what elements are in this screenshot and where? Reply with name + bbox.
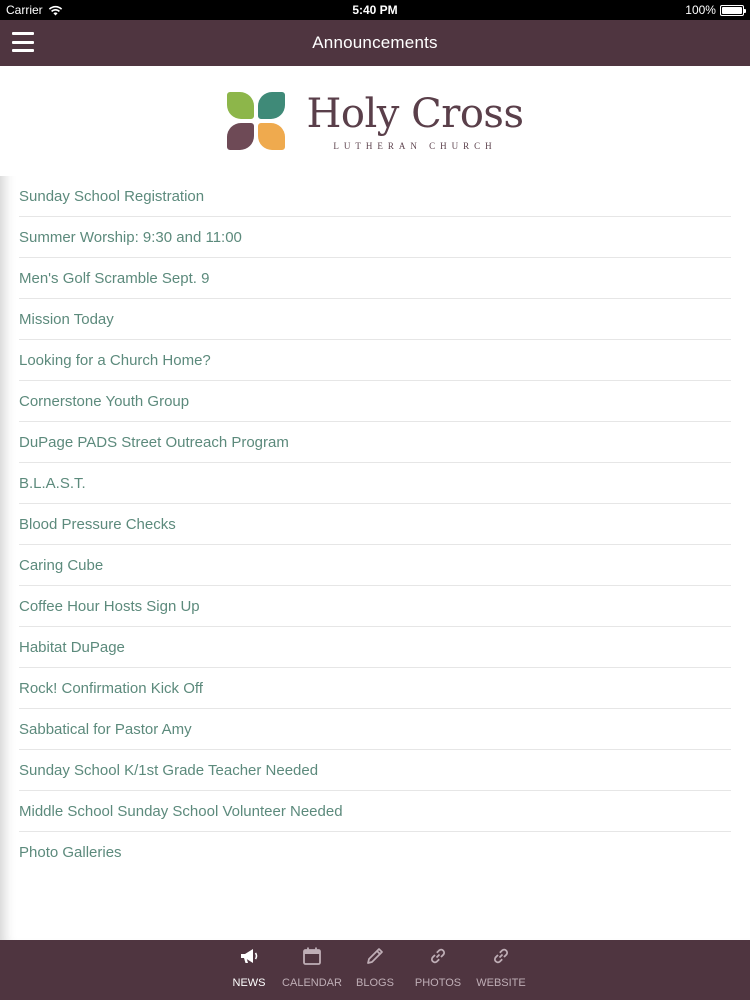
calendar-icon (301, 945, 323, 977)
announcement-item[interactable]: Summer Worship: 9:30 and 11:00 (19, 217, 731, 258)
announcement-item[interactable]: DuPage PADS Street Outreach Program (19, 422, 731, 463)
tab-website[interactable]: WEBSITE (470, 945, 533, 989)
tab-photos[interactable]: PHOTOS (407, 945, 470, 989)
battery-fill (721, 6, 742, 14)
announcement-item[interactable]: Looking for a Church Home? (19, 340, 731, 381)
pencil-icon (364, 945, 386, 977)
carrier-label: Carrier (6, 3, 43, 17)
announcement-item[interactable]: Middle School Sunday School Volunteer Ne… (19, 791, 731, 832)
status-right: 100% (624, 3, 746, 17)
main-content[interactable]: Holy Cross LUTHERAN CHURCH Sunday School… (0, 66, 750, 940)
announcement-item[interactable]: Habitat DuPage (19, 627, 731, 668)
nav-bar: Announcements (0, 20, 750, 66)
tab-label: CALENDAR (282, 977, 342, 989)
tab-news[interactable]: NEWS (218, 945, 281, 989)
tab-label: PHOTOS (414, 977, 462, 989)
announcement-item[interactable]: B.L.A.S.T. (19, 463, 731, 504)
tab-bar: NEWS CALENDAR BLOGS PHOTOS WEBSITE (0, 940, 750, 1000)
logo-name: Holy Cross (306, 91, 524, 137)
megaphone-icon (238, 945, 260, 977)
announcement-item[interactable]: Photo Galleries (19, 832, 731, 873)
announcement-item[interactable]: Cornerstone Youth Group (19, 381, 731, 422)
announcement-item[interactable]: Sunday School Registration (19, 176, 731, 217)
cross-leaf-logo-icon (226, 92, 285, 150)
church-logo: Holy Cross LUTHERAN CHURCH (0, 66, 750, 176)
announcement-item[interactable]: Rock! Confirmation Kick Off (19, 668, 731, 709)
logo-wordmark: Holy Cross LUTHERAN CHURCH (307, 91, 524, 151)
battery-percent: 100% (685, 3, 716, 17)
announcement-item[interactable]: Caring Cube (19, 545, 731, 586)
tab-label: NEWS (232, 977, 266, 989)
tab-calendar[interactable]: CALENDAR (281, 945, 344, 989)
announcement-item[interactable]: Sabbatical for Pastor Amy (19, 709, 731, 750)
link-icon (490, 945, 512, 977)
tab-label: WEBSITE (476, 977, 526, 989)
status-bar: Carrier 5:40 PM 100% (0, 0, 750, 20)
announcement-item[interactable]: Men's Golf Scramble Sept. 9 (19, 258, 731, 299)
announcement-item[interactable]: Blood Pressure Checks (19, 504, 731, 545)
announcement-item[interactable]: Sunday School K/1st Grade Teacher Needed (19, 750, 731, 791)
announcement-item[interactable]: Mission Today (19, 299, 731, 340)
logo-subtitle: LUTHERAN CHURCH (333, 141, 497, 151)
status-time: 5:40 PM (352, 3, 398, 17)
wifi-icon (48, 5, 62, 15)
tab-label: BLOGS (356, 977, 394, 989)
link-icon (427, 945, 449, 977)
hamburger-menu-icon[interactable] (12, 32, 34, 52)
tab-blogs[interactable]: BLOGS (344, 945, 407, 989)
announcement-list: Sunday School Registration Summer Worship… (0, 176, 750, 873)
status-left: Carrier (6, 3, 126, 17)
battery-icon (719, 4, 746, 16)
page-title: Announcements (312, 33, 438, 52)
announcement-item[interactable]: Coffee Hour Hosts Sign Up (19, 586, 731, 627)
